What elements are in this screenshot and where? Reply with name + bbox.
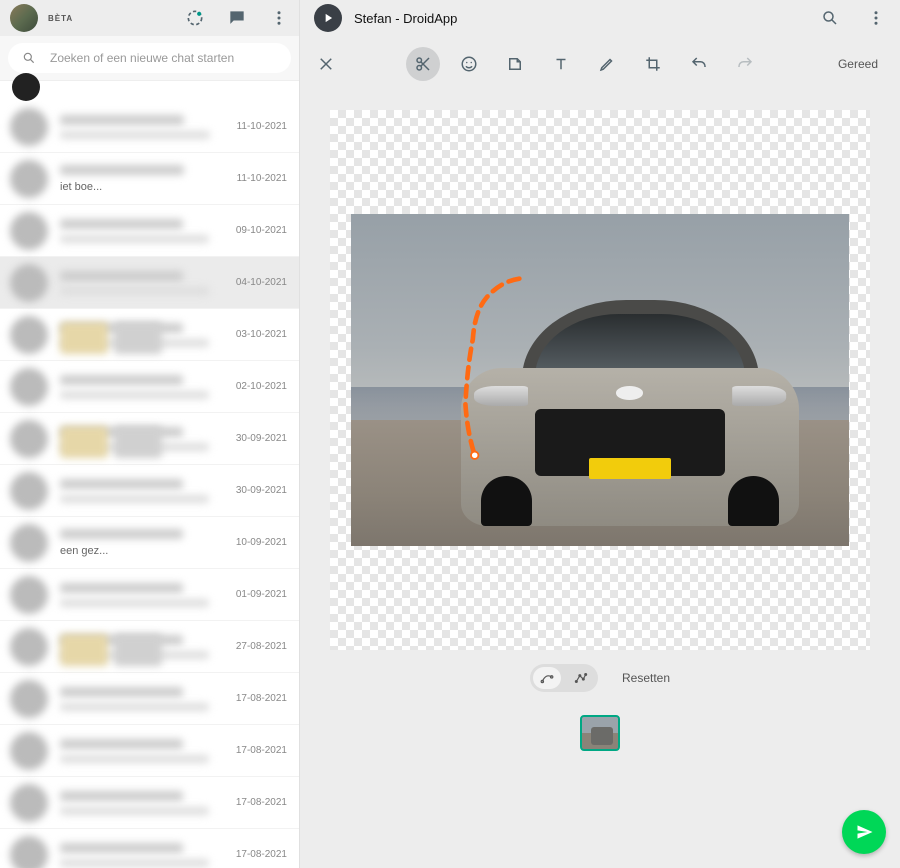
chat-row-date: 27-08-2021	[236, 641, 287, 652]
chat-row-date: 11-10-2021	[237, 121, 287, 132]
chat-menu-icon[interactable]	[866, 8, 886, 28]
chat-row-date: 10-09-2021	[236, 537, 287, 548]
polyline-mode[interactable]	[567, 667, 595, 689]
pencil-tool[interactable]	[590, 47, 624, 81]
chat-preview: een gez...	[60, 545, 236, 557]
undo-tool[interactable]	[682, 47, 716, 81]
chat-row[interactable]: 02-10-2021	[0, 361, 299, 413]
beta-badge: BÈTA	[48, 14, 73, 23]
chat-row[interactable]: 27-08-2021	[0, 621, 299, 673]
menu-icon[interactable]	[269, 8, 289, 28]
thumbnail[interactable]	[580, 715, 620, 751]
chat-row-date: 30-09-2021	[236, 485, 287, 496]
editor-toolbar: Gereed	[300, 36, 900, 92]
chat-row-date: 04-10-2021	[236, 277, 287, 288]
chat-row-date: 01-09-2021	[236, 589, 287, 600]
chat-row-date: 09-10-2021	[236, 225, 287, 236]
scissors-tool[interactable]	[406, 47, 440, 81]
chat-row-date: 17-08-2021	[236, 745, 287, 756]
close-icon[interactable]	[316, 54, 336, 74]
send-button[interactable]	[842, 810, 886, 854]
chat-row[interactable]: 17-08-2021	[0, 777, 299, 829]
chat-row-date: 11-10-2021	[237, 173, 287, 184]
canvas-area: Resetten	[300, 92, 900, 868]
chat-row-avatar	[10, 420, 48, 458]
chat-row[interactable]: iet boe... 11-10-2021	[0, 153, 299, 205]
chat-row-date: 17-08-2021	[236, 797, 287, 808]
search-icon	[22, 51, 36, 65]
chat-row-date: 03-10-2021	[236, 329, 287, 340]
chat-row[interactable]: een gez... 10-09-2021	[0, 517, 299, 569]
chat-row-avatar	[10, 264, 48, 302]
chat-row[interactable]: 17-08-2021	[0, 673, 299, 725]
status-icon[interactable]	[185, 8, 205, 28]
sidebar-header: BÈTA	[0, 0, 299, 36]
chat-search-icon[interactable]	[820, 8, 840, 28]
chat-row[interactable]: 03-10-2021	[0, 309, 299, 361]
chat-preview: iet boe...	[60, 181, 237, 193]
edited-photo	[351, 214, 849, 546]
chat-row-avatar	[10, 108, 48, 146]
chat-avatar[interactable]	[314, 4, 342, 32]
chat-row-date: 17-08-2021	[236, 849, 287, 860]
emoji-tool[interactable]	[452, 47, 486, 81]
sticker-tool[interactable]	[498, 47, 532, 81]
thumbnail-strip	[330, 706, 870, 760]
chat-row-avatar	[10, 472, 48, 510]
search-input[interactable]	[50, 51, 277, 65]
chat-row-date: 02-10-2021	[236, 381, 287, 392]
profile-avatar[interactable]	[10, 4, 38, 32]
editor-panel: Stefan - DroidApp	[300, 0, 900, 868]
reset-bar: Resetten	[530, 664, 670, 692]
done-button[interactable]: Gereed	[832, 57, 884, 71]
chat-row-date: 30-09-2021	[236, 433, 287, 444]
search-bar	[0, 36, 299, 81]
chat-row-avatar	[10, 680, 48, 718]
chat-row[interactable]: 30-09-2021	[0, 465, 299, 517]
chat-row[interactable]: 09-10-2021	[0, 205, 299, 257]
chat-row-avatar	[10, 316, 48, 354]
new-chat-icon[interactable]	[227, 8, 247, 28]
chat-row-avatar	[10, 732, 48, 770]
lasso-mode-toggle[interactable]	[530, 664, 598, 692]
curve-mode[interactable]	[533, 667, 561, 689]
text-tool[interactable]	[544, 47, 578, 81]
chat-row-date: 17-08-2021	[236, 693, 287, 704]
chat-row[interactable]: 17-08-2021	[0, 829, 299, 868]
chat-title: Stefan - DroidApp	[354, 11, 457, 26]
reset-button[interactable]: Resetten	[622, 671, 670, 685]
chat-row-avatar	[10, 160, 48, 198]
chat-row[interactable]: 11-10-2021	[0, 101, 299, 153]
chat-row-avatar	[10, 836, 48, 868]
chat-row-avatar	[10, 212, 48, 250]
redo-tool[interactable]	[728, 47, 762, 81]
chat-row-avatar	[10, 524, 48, 562]
chat-list: 11-10-2021 iet boe... 11-10-2021 09-10-2…	[0, 101, 299, 868]
chat-header: Stefan - DroidApp	[300, 0, 900, 36]
chat-row-avatar	[10, 628, 48, 666]
chat-sidebar: BÈTA	[0, 0, 300, 868]
chat-row[interactable]: 01-09-2021	[0, 569, 299, 621]
chat-row[interactable]: 30-09-2021	[0, 413, 299, 465]
image-canvas[interactable]	[330, 110, 870, 650]
pinned-chat-row[interactable]	[0, 81, 299, 101]
chat-row[interactable]: 17-08-2021	[0, 725, 299, 777]
chat-row-avatar	[10, 368, 48, 406]
chat-row[interactable]: 04-10-2021	[0, 257, 299, 309]
chat-row-avatar	[10, 784, 48, 822]
crop-tool[interactable]	[636, 47, 670, 81]
chat-row-avatar	[10, 576, 48, 614]
